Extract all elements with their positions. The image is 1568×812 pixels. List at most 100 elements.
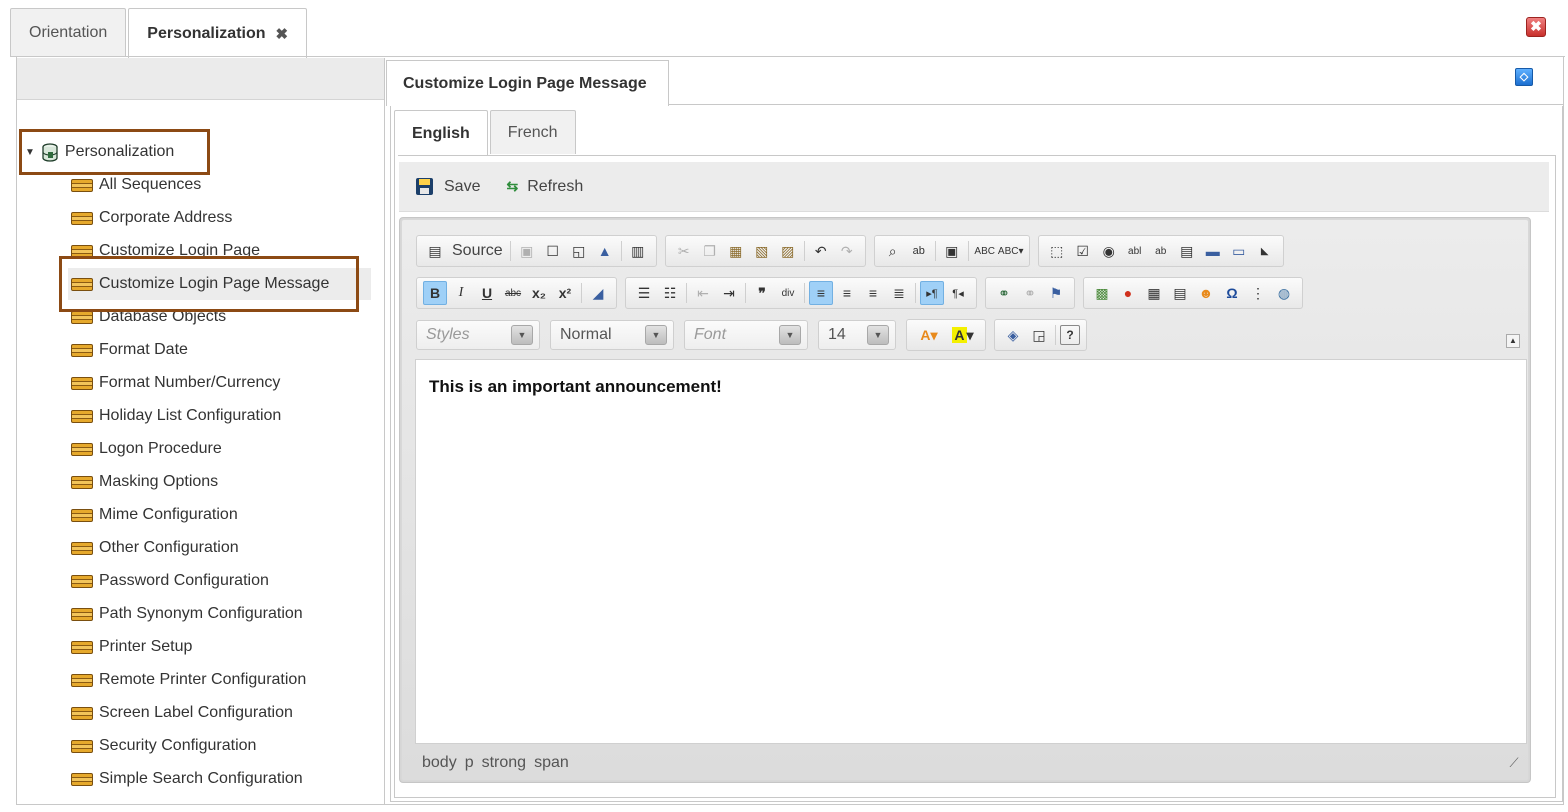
outdent-icon[interactable]: ⇤ [691,281,715,305]
tree-item[interactable]: Format Date [71,334,371,366]
numbered-list-icon[interactable]: ☰ [632,281,656,305]
expand-icon[interactable]: ◇ [1515,68,1533,86]
maximize-icon[interactable]: ◈ [1001,323,1025,347]
element-path-item[interactable]: strong [482,754,526,772]
textarea-icon[interactable]: ab [1149,239,1173,263]
undo-icon[interactable]: ↶ [809,239,833,263]
select-all-icon[interactable]: ▣ [940,239,964,263]
tree-root-personalization[interactable]: ▼ Personalization [25,136,174,168]
refresh-button[interactable]: ⇆ Refresh [506,178,583,196]
tree-item[interactable]: Masking Options [71,466,371,498]
tree-item[interactable]: Printer Setup [71,631,371,663]
create-div-icon[interactable]: div [776,281,800,305]
source-icon[interactable]: ▤ [423,239,447,263]
element-path-item[interactable]: p [465,754,474,772]
image-button-icon[interactable]: ▭ [1227,239,1251,263]
element-path-item[interactable]: body [422,754,457,772]
ltr-direction-icon[interactable]: ▸¶ [920,281,944,305]
panel-tab-title[interactable]: Customize Login Page Message [386,60,669,106]
source-button[interactable]: Source [452,242,503,260]
font-dropdown[interactable]: Font ▼ [684,320,808,350]
iframe-globe-icon[interactable]: ◍ [1272,281,1296,305]
save-button[interactable]: Save [416,178,480,196]
subscript-icon[interactable]: x₂ [527,281,551,305]
text-field-icon[interactable]: abl [1123,239,1147,263]
button-field-icon[interactable]: ▬ [1201,239,1225,263]
align-center-icon[interactable]: ≡ [835,281,859,305]
remove-format-icon[interactable]: ◢ [586,281,610,305]
spellcheck-icon[interactable]: ABC [973,239,997,263]
form-icon[interactable]: ⬚ [1045,239,1069,263]
redo-icon[interactable]: ↷ [835,239,859,263]
tree-item[interactable]: Screen Label Configuration [71,697,371,729]
background-color-icon[interactable]: A ▾ [947,323,979,347]
tree-item[interactable]: Path Synonym Configuration [71,598,371,630]
italic-icon[interactable]: I [449,281,473,305]
justify-icon[interactable]: ≣ [887,281,911,305]
strikethrough-icon[interactable]: abc [501,281,525,305]
expand-triangle-icon[interactable]: ▼ [25,147,35,158]
element-path-item[interactable]: span [534,754,569,772]
radio-icon[interactable]: ◉ [1097,239,1121,263]
close-tab-icon[interactable]: ✖ [276,25,289,43]
tree-item[interactable]: Other Configuration [71,532,371,564]
special-char-icon[interactable]: Ω [1220,281,1244,305]
collapse-toolbar-icon[interactable]: ▲ [1506,334,1520,348]
rtl-direction-icon[interactable]: ¶◂ [946,281,970,305]
table-icon[interactable]: ▦ [1142,281,1166,305]
print-icon[interactable]: ▲ [593,239,617,263]
superscript-icon[interactable]: x² [553,281,577,305]
paste-word-icon[interactable]: ▨ [776,239,800,263]
tree-item[interactable]: Logon Procedure [71,433,371,465]
show-blocks-icon[interactable]: ◲ [1027,323,1051,347]
tree-item[interactable]: Format Number/Currency [71,367,371,399]
find-icon[interactable]: ⌕ [881,239,905,263]
font-size-dropdown[interactable]: 14 ▼ [818,320,896,350]
tree-item[interactable]: All Sequences [71,169,371,201]
new-page-icon[interactable]: ☐ [541,239,565,263]
flash-icon[interactable]: ● [1116,281,1140,305]
tree-item[interactable]: Password Configuration [71,565,371,597]
anchor-flag-icon[interactable]: ⚑ [1044,281,1068,305]
copy-icon[interactable]: ❐ [698,239,722,263]
resize-grip-icon[interactable]: ⟋ [1506,755,1522,771]
smiley-icon[interactable]: ☻ [1194,281,1218,305]
styles-dropdown[interactable]: Styles ▼ [416,320,540,350]
page-break-icon[interactable]: ⋮ [1246,281,1270,305]
blockquote-icon[interactable]: ❞ [750,281,774,305]
tab-english[interactable]: English [394,110,488,156]
text-color-icon[interactable]: A▾ [913,323,945,347]
link-icon[interactable]: ⚭ [992,281,1016,305]
underline-icon[interactable]: U [475,281,499,305]
editor-content-area[interactable]: This is an important announcement! [415,359,1527,744]
tree-item[interactable]: Mime Configuration [71,499,371,531]
preview-icon[interactable]: ◱ [567,239,591,263]
horizontal-rule-icon[interactable]: ▤ [1168,281,1192,305]
tab-orientation[interactable]: Orientation [10,8,127,56]
cut-icon[interactable]: ✂ [672,239,696,263]
hidden-field-icon[interactable]: ◣ [1253,239,1277,263]
image-icon[interactable]: ▩ [1090,281,1114,305]
tab-french[interactable]: French [489,110,576,154]
tree-item[interactable]: Remote Printer Configuration [71,664,371,696]
bold-icon[interactable]: B [423,281,447,305]
replace-icon[interactable]: ab [907,239,931,263]
bulleted-list-icon[interactable]: ☷ [658,281,682,305]
save-doc-icon[interactable]: ▣ [515,239,539,263]
align-right-icon[interactable]: ≡ [861,281,885,305]
tree-item[interactable]: Database Objects [71,301,371,333]
tree-item[interactable]: Customize Login Page [71,235,371,267]
tree-item[interactable]: Security Configuration [71,730,371,762]
templates-icon[interactable]: ▥ [626,239,650,263]
checkbox-icon[interactable]: ☑ [1071,239,1095,263]
paste-icon[interactable]: ▦ [724,239,748,263]
tree-item[interactable]: Simple Search Configuration [71,763,371,795]
align-left-icon[interactable]: ≡ [809,281,833,305]
tree-item[interactable]: Holiday List Configuration [71,400,371,432]
tab-personalization[interactable]: Personalization ✖ [128,8,308,58]
tree-item[interactable]: Corporate Address [71,202,371,234]
select-field-icon[interactable]: ▤ [1175,239,1199,263]
indent-icon[interactable]: ⇥ [717,281,741,305]
spellcheck-as-you-type-icon[interactable]: ABC▾ [998,239,1024,263]
format-dropdown[interactable]: Normal ▼ [550,320,674,350]
